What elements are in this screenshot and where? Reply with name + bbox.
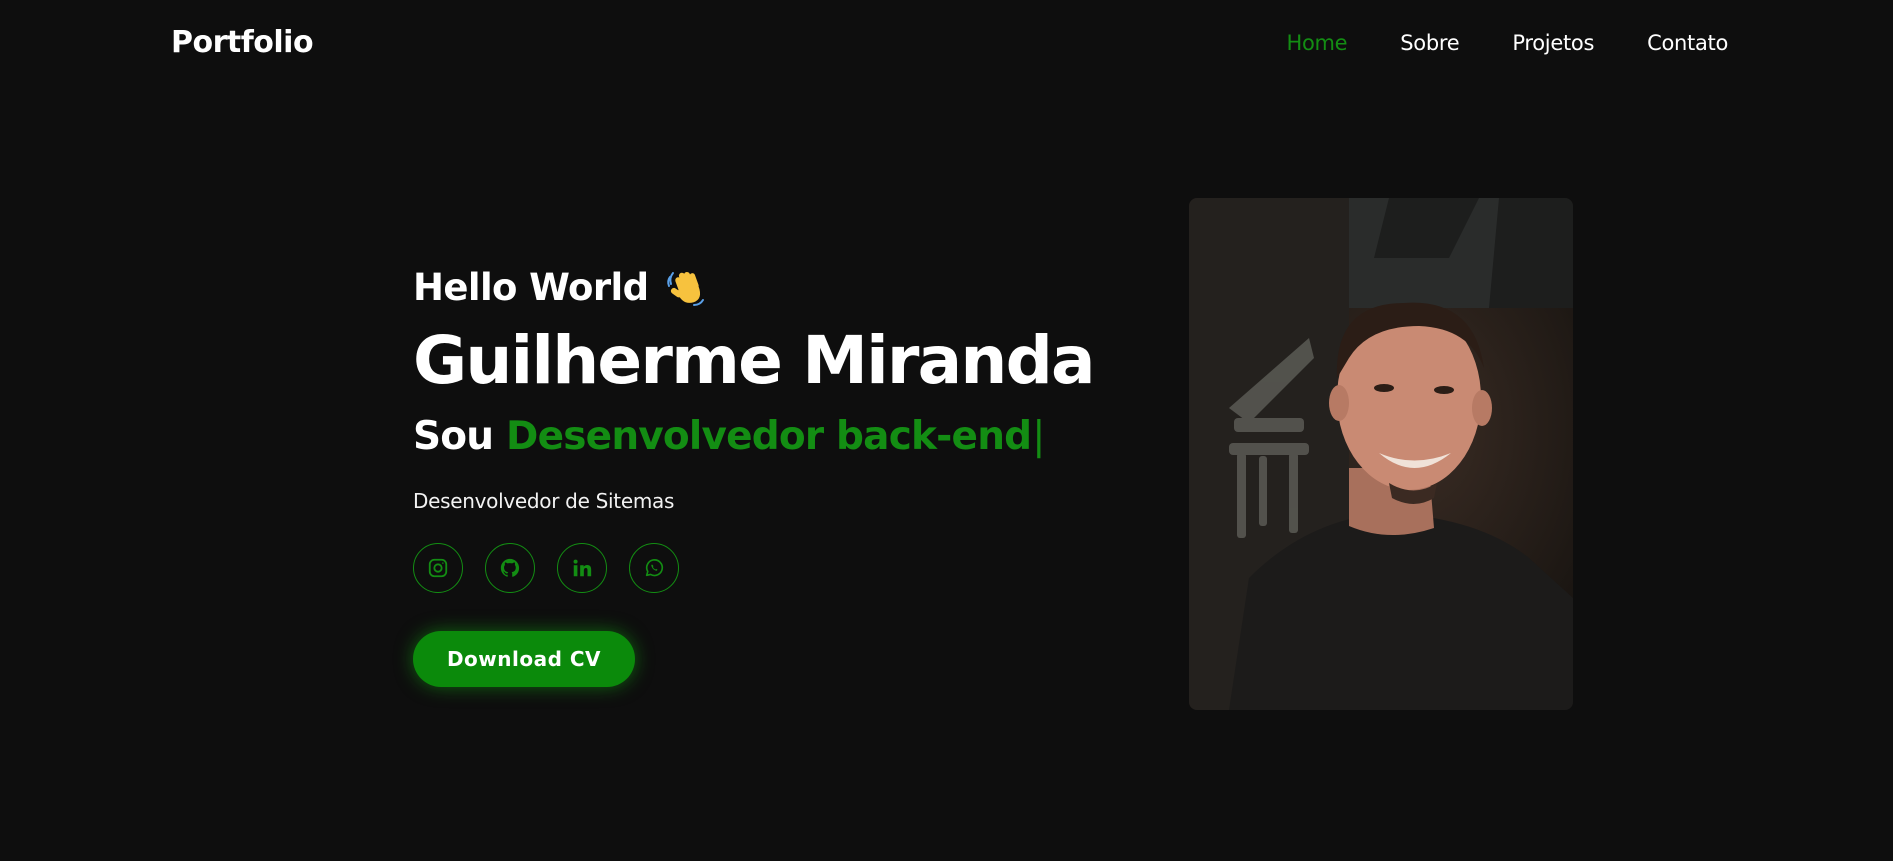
- linkedin-icon: [573, 559, 592, 577]
- download-cv-button[interactable]: Download CV: [413, 631, 635, 687]
- nav-projetos[interactable]: Projetos: [1512, 31, 1594, 55]
- hero-section: Hello World Guilherme Miranda Sou Desenv…: [413, 262, 1133, 687]
- social-links: [413, 543, 1133, 593]
- linkedin-link[interactable]: [557, 543, 607, 593]
- waving-hand-icon: [664, 265, 708, 309]
- github-link[interactable]: [485, 543, 535, 593]
- instagram-icon: [428, 558, 448, 578]
- nav-home[interactable]: Home: [1286, 31, 1347, 55]
- github-icon: [500, 558, 520, 577]
- hero-role: Sou Desenvolvedor back-end|: [413, 414, 1133, 459]
- typing-cursor: |: [1032, 414, 1045, 459]
- page: Portfolio Home Sobre Projetos Contato He…: [0, 0, 1893, 861]
- hero-name: Guilherme Miranda: [413, 322, 1096, 399]
- main-nav: Home Sobre Projetos Contato: [1233, 31, 1728, 55]
- profile-photo: [1189, 198, 1573, 710]
- nav-contato[interactable]: Contato: [1647, 31, 1728, 55]
- greeting-text: Hello World: [413, 265, 649, 309]
- role-prefix: Sou: [413, 414, 494, 459]
- role-highlight: Desenvolvedor back-end: [506, 414, 1032, 459]
- hero-subtitle: Desenvolvedor de Sitemas: [413, 489, 675, 513]
- greeting: Hello World: [413, 262, 1133, 312]
- whatsapp-icon: [645, 559, 664, 577]
- whatsapp-link[interactable]: [629, 543, 679, 593]
- nav-sobre[interactable]: Sobre: [1400, 31, 1459, 55]
- logo[interactable]: Portfolio: [171, 25, 314, 60]
- instagram-link[interactable]: [413, 543, 463, 593]
